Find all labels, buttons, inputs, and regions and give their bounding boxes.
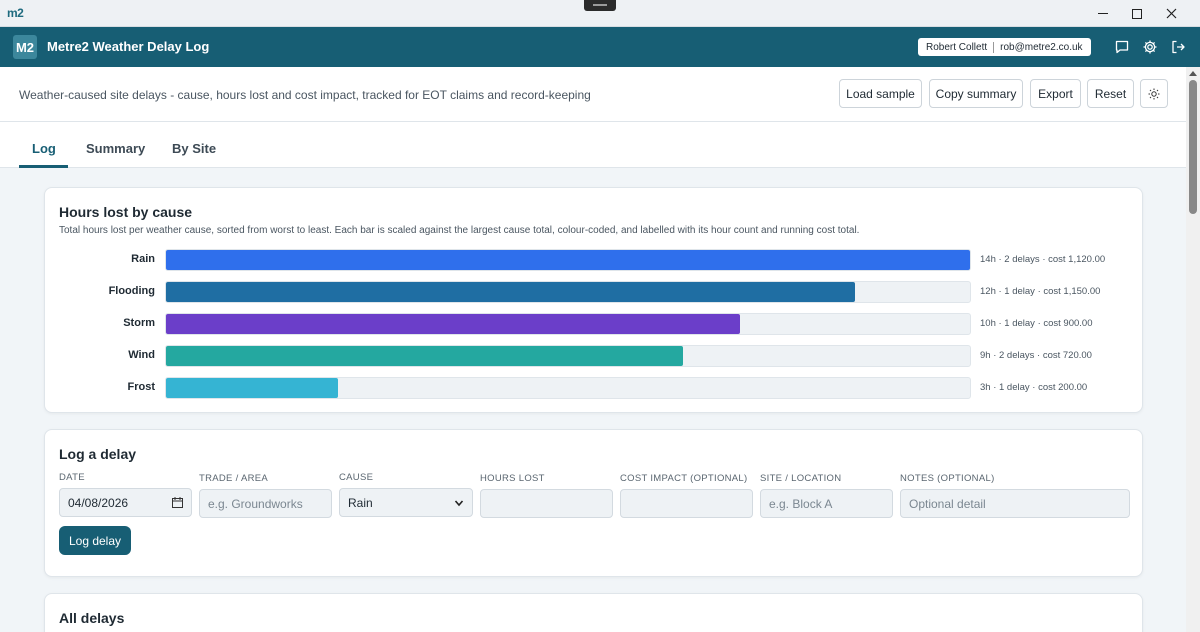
- form-title: Log a delay: [59, 446, 137, 462]
- date-field[interactable]: 04/08/2026: [59, 488, 192, 517]
- bar-track: [165, 345, 971, 367]
- bar-data-label: 10h · 1 delay · cost 900.00: [980, 318, 1093, 329]
- bar: [166, 346, 683, 366]
- chart-description: Total hours lost per weather cause, sort…: [59, 225, 860, 236]
- bar-row: Flooding 12h · 1 delay · cost 1,150.00: [45, 281, 1144, 303]
- bar: [166, 314, 740, 334]
- app-header: M2 Metre2 Weather Delay Log Robert Colle…: [0, 27, 1200, 67]
- app-icon: m2: [7, 6, 24, 20]
- scroll-thumb[interactable]: [1189, 80, 1197, 214]
- scrollbar[interactable]: [1186, 67, 1200, 632]
- trade-label: TRADE / AREA: [199, 473, 269, 484]
- drag-handle[interactable]: [584, 0, 616, 11]
- load-sample-button[interactable]: Load sample: [839, 79, 922, 108]
- sun-icon: [1148, 88, 1160, 99]
- bar-row: Wind 9h · 2 delays · cost 720.00: [45, 345, 1144, 367]
- bar-track: [165, 377, 971, 399]
- bar: [166, 282, 855, 302]
- tab-bar: Log Summary By Site: [0, 122, 1186, 168]
- user-chip[interactable]: Robert Collett rob@metre2.co.uk: [918, 38, 1091, 56]
- tab-log[interactable]: Log: [32, 141, 56, 156]
- bar-label: Wind: [128, 349, 155, 361]
- cost-label: COST IMPACT (OPTIONAL): [620, 473, 748, 484]
- bar-row: Storm 10h · 1 delay · cost 900.00: [45, 313, 1144, 335]
- bar: [166, 250, 970, 270]
- active-tab-indicator: [19, 165, 68, 168]
- chat-icon[interactable]: [1114, 39, 1130, 55]
- bar-label: Frost: [127, 381, 156, 393]
- hours-label: HOURS LOST: [480, 473, 545, 484]
- bar: [166, 378, 338, 398]
- cause-label: CAUSE: [339, 472, 374, 483]
- minimize-icon: [1098, 13, 1108, 14]
- site-location-input[interactable]: e.g. Block A: [760, 489, 893, 518]
- bar-data-label: 9h · 2 delays · cost 720.00: [980, 350, 1092, 361]
- cause-value: Rain: [348, 495, 373, 510]
- chart-title: Hours lost by cause: [59, 204, 193, 220]
- calendar-icon[interactable]: [172, 497, 183, 508]
- bar-data-label: 12h · 1 delay · cost 1,150.00: [980, 286, 1101, 297]
- maximize-icon: [1132, 8, 1142, 19]
- scroll-up-arrow-icon[interactable]: [1189, 71, 1197, 76]
- theme-toggle-button[interactable]: [1140, 79, 1168, 108]
- bar-row: Rain 14h · 2 delays · cost 1,120.00: [45, 249, 1144, 271]
- tab-summary[interactable]: Summary: [86, 141, 145, 156]
- bar-data-label: 14h · 2 delays · cost 1,120.00: [980, 254, 1106, 265]
- os-title-bar: m2: [0, 0, 1200, 27]
- toolbar: Weather-caused site delays - cause, hour…: [0, 67, 1186, 122]
- close-window-button[interactable]: [1148, 0, 1194, 27]
- site-label: SITE / LOCATION: [760, 473, 842, 484]
- all-delays-title: All delays: [59, 610, 125, 626]
- gear-icon[interactable]: [1142, 39, 1158, 55]
- hours-by-cause-card: Hours lost by cause Total hours lost per…: [44, 187, 1143, 413]
- bar-track: [165, 281, 971, 303]
- divider: [993, 41, 995, 53]
- cost-impact-input[interactable]: [620, 489, 753, 518]
- date-value: 04/08/2026: [68, 495, 129, 510]
- page-description: Weather-caused site delays - cause, hour…: [19, 88, 591, 102]
- copy-summary-button[interactable]: Copy summary: [929, 79, 1023, 108]
- log-delay-card: Log a delay DATE 04/08/2026 TRADE / AREA…: [44, 429, 1143, 577]
- app-logo: M2: [13, 35, 37, 59]
- bar-row: Frost 3h · 1 delay · cost 200.00: [45, 377, 1144, 399]
- trade-area-input[interactable]: e.g. Groundworks: [199, 489, 332, 518]
- date-label: DATE: [59, 472, 85, 483]
- notes-label: NOTES (OPTIONAL): [900, 473, 995, 484]
- user-name: Robert Collett: [926, 41, 988, 53]
- all-delays-card: All delays: [44, 593, 1143, 632]
- logout-icon[interactable]: [1170, 39, 1186, 55]
- bar-track: [165, 249, 971, 271]
- reset-button[interactable]: Reset: [1087, 79, 1134, 108]
- log-delay-button[interactable]: Log delay: [59, 526, 131, 555]
- close-icon: [1166, 8, 1176, 19]
- bar-label: Flooding: [108, 285, 155, 297]
- notes-input[interactable]: Optional detail: [900, 489, 1130, 518]
- export-button[interactable]: Export: [1030, 79, 1081, 108]
- bar-track: [165, 313, 971, 335]
- user-email: rob@metre2.co.uk: [1000, 41, 1083, 53]
- hours-lost-input[interactable]: [480, 489, 613, 518]
- cause-select[interactable]: Rain: [339, 488, 473, 517]
- tab-by-site[interactable]: By Site: [172, 141, 216, 156]
- chevron-down-icon: [454, 499, 464, 506]
- bar-label: Storm: [123, 317, 155, 329]
- bar-label: Rain: [131, 253, 155, 265]
- bar-data-label: 3h · 1 delay · cost 200.00: [980, 382, 1088, 393]
- app-title: Metre2 Weather Delay Log: [47, 39, 210, 54]
